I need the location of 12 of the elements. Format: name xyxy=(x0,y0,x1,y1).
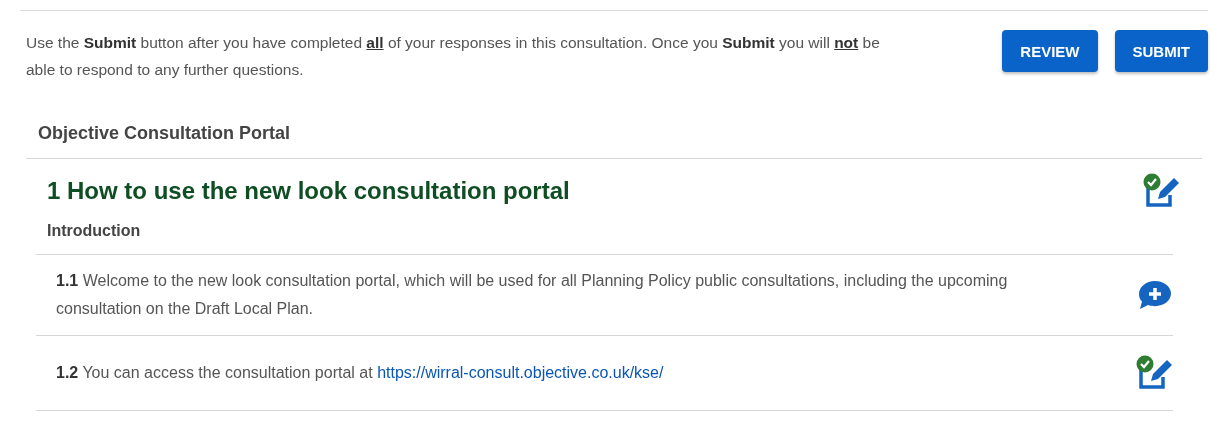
question-text: 1.2 You can access the consultation portal at https://wirral-consult.objective.co.uk/kse/ xyxy=(56,363,665,383)
portal-title: Objective Consultation Portal xyxy=(38,123,292,144)
add-comment-icon[interactable] xyxy=(1137,279,1173,311)
section-subtitle: Introduction xyxy=(47,222,142,240)
edit-with-check-icon[interactable] xyxy=(1142,173,1180,209)
review-button[interactable]: REVIEW xyxy=(1002,30,1098,72)
submit-instructions: Use the Submit button after you have completed all of your responses in this consultation. Once you Submit you will not be able to respond to any further questions. xyxy=(26,33,881,80)
edit-with-check-icon[interactable] xyxy=(1135,355,1173,391)
question-text: 1.1 Welcome to the new look consultation portal, which will be used for all Planning Policy public consultations, including the upcoming consultation on the Draft Local Plan. xyxy=(56,271,1009,319)
section-title: 1 How to use the new look consultation portal xyxy=(47,177,570,205)
portal-link[interactable]: https://wirral-consult.objective.co.uk/kse/ xyxy=(377,364,664,381)
submit-button[interactable]: SUBMIT xyxy=(1114,30,1208,72)
